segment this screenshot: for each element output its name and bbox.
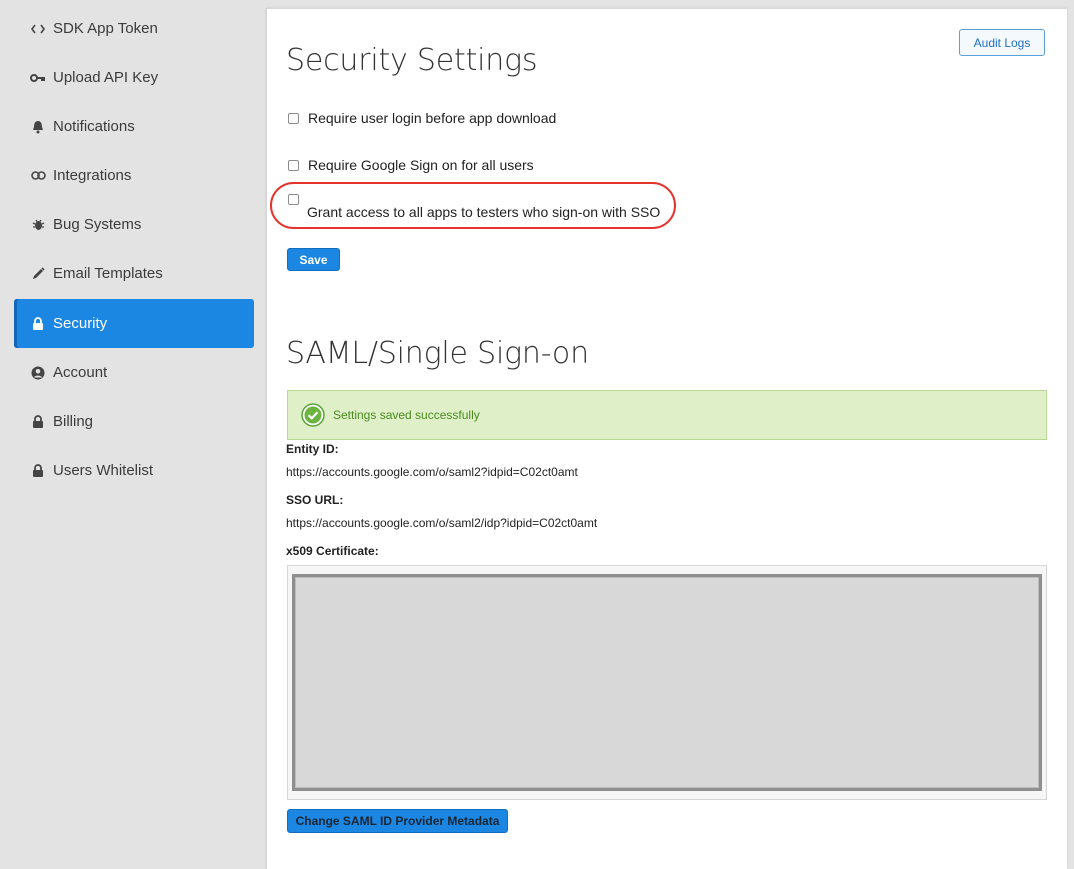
sidebar-item-label: Email Templates <box>53 265 163 282</box>
option-label: Grant access to all apps to testers who … <box>307 204 661 220</box>
link-icon <box>30 168 46 184</box>
sidebar-item-label: Security <box>53 315 108 332</box>
sidebar-item-notifications[interactable]: Notifications <box>14 102 254 151</box>
main-panel: Security Settings Audit Logs Require use… <box>266 8 1067 869</box>
option-label: Require Google Sign on for all users <box>308 157 534 173</box>
code-icon <box>30 21 46 37</box>
sidebar-item-label: Billing <box>53 413 94 430</box>
pencil-icon <box>30 266 46 282</box>
lock-icon <box>30 463 46 479</box>
sidebar-item-sdk-app-token[interactable]: SDK App Token <box>14 4 254 53</box>
sidebar: SDK App Token Upload API Key Notificatio… <box>0 0 266 851</box>
sidebar-item-label: Integrations <box>53 167 132 184</box>
sidebar-item-label: Account <box>53 364 108 381</box>
bell-icon <box>30 119 46 135</box>
sidebar-item-users-whitelist[interactable]: Users Whitelist <box>14 446 254 495</box>
sso-url-value: https://accounts.google.com/o/saml2/idp?… <box>286 516 598 530</box>
grant-sso-access-checkbox[interactable] <box>288 194 299 205</box>
audit-logs-button[interactable]: Audit Logs <box>959 29 1045 56</box>
lock-icon <box>30 316 46 332</box>
sidebar-item-email-templates[interactable]: Email Templates <box>14 249 254 298</box>
sidebar-item-billing[interactable]: Billing <box>14 397 254 446</box>
require-login-checkbox[interactable] <box>288 112 299 124</box>
require-google-sign-on-checkbox[interactable] <box>288 159 299 171</box>
lock-icon <box>30 414 46 430</box>
certificate-container <box>287 565 1047 800</box>
entity-id-label: Entity ID: <box>286 442 339 456</box>
sidebar-item-account[interactable]: Account <box>14 348 254 397</box>
x509-certificate-label: x509 Certificate: <box>286 544 379 558</box>
bug-icon <box>30 217 46 233</box>
success-alert: Settings saved successfully <box>287 390 1047 440</box>
save-button[interactable]: Save <box>287 248 340 271</box>
change-saml-metadata-button[interactable]: Change SAML ID Provider Metadata <box>287 809 508 833</box>
user-circle-icon <box>30 365 46 381</box>
page-title: Security Settings <box>286 43 538 78</box>
sidebar-item-label: Notifications <box>53 118 135 135</box>
sso-url-label: SSO URL: <box>286 493 344 507</box>
check-circle-icon <box>301 403 325 427</box>
key-icon <box>30 70 46 86</box>
option-require-login: Require user login before app download <box>288 110 556 126</box>
option-require-google-sign-on: Require Google Sign on for all users <box>288 157 534 173</box>
success-message: Settings saved successfully <box>333 408 480 422</box>
sidebar-item-label: Upload API Key <box>53 69 159 86</box>
sidebar-item-integrations[interactable]: Integrations <box>14 151 254 200</box>
sidebar-item-security[interactable]: Security <box>14 299 254 348</box>
sidebar-item-label: Bug Systems <box>53 216 142 233</box>
x509-certificate-textarea[interactable] <box>292 574 1042 791</box>
sidebar-item-label: Users Whitelist <box>53 462 154 479</box>
entity-id-value: https://accounts.google.com/o/saml2?idpi… <box>286 465 578 479</box>
sidebar-item-upload-api-key[interactable]: Upload API Key <box>14 53 254 102</box>
saml-section-title: SAML/Single Sign-on <box>286 336 589 371</box>
option-label: Require user login before app download <box>308 110 557 126</box>
sidebar-item-bug-systems[interactable]: Bug Systems <box>14 200 254 249</box>
sidebar-item-label: SDK App Token <box>53 20 158 37</box>
